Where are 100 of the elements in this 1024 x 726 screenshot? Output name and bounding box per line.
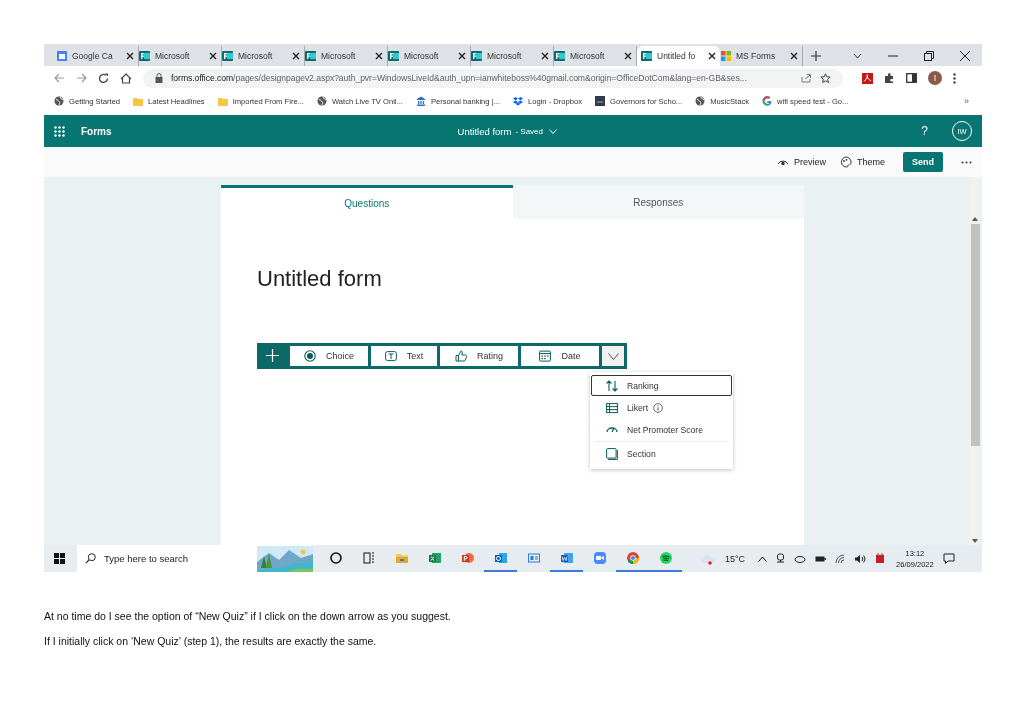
pdf-icon[interactable] [862,72,873,84]
more-icon[interactable] [961,160,972,164]
star-icon[interactable] [820,72,831,84]
battery-icon[interactable] [815,554,827,563]
puzzle-icon[interactable] [884,72,895,84]
question-type-button[interactable]: Text [371,346,437,366]
side-panel-icon[interactable] [906,73,917,83]
search-icon [85,553,96,564]
close-icon[interactable] [375,52,383,60]
bank-icon [415,96,426,106]
paragraph: If I initially click on ‘New Quiz’ (step 1), the results are exactly the same. [44,635,378,647]
music-app-icon[interactable] [658,550,673,565]
cloud-icon[interactable] [794,554,807,563]
scroll-up-icon [972,217,978,221]
palette-icon [840,156,852,168]
forms-icon [471,50,483,62]
question-type-button[interactable]: Choice [290,346,368,366]
circle-icon[interactable] [328,550,343,565]
app-launcher-icon[interactable] [54,125,65,137]
menu-item[interactable]: Ranking [591,375,732,396]
scrollbar[interactable] [970,177,980,545]
chevron-down-icon [607,352,619,360]
info-icon[interactable] [653,402,663,413]
sort-arrows-icon [606,379,618,392]
close-icon[interactable] [209,52,217,60]
windows-logo-icon [720,50,732,62]
windows-start-icon[interactable] [54,553,65,564]
radio-icon [304,350,316,362]
task-view-icon[interactable] [361,550,376,565]
close-icon[interactable] [126,52,134,60]
close-icon[interactable] [960,51,970,61]
forward-icon[interactable] [76,73,87,83]
reload-icon[interactable] [98,72,109,84]
new-tab-icon[interactable] [811,51,821,61]
video-app-icon[interactable] [592,550,607,565]
tray-device-icon[interactable] [776,553,786,564]
restore-icon[interactable] [924,51,934,61]
calendar-icon [539,350,552,362]
more-bookmarks-button[interactable]: » [964,96,969,106]
forms-icon [641,50,653,62]
menu-item[interactable]: Likert [591,397,732,418]
share-icon[interactable] [801,73,812,83]
section-icon [606,447,618,460]
paragraph: At no time do I see the option of “New Quiz” if I click on the down arrow as you suggest. [44,610,452,622]
help-button[interactable]: ? [921,124,928,138]
calendar-icon [56,50,68,62]
volume-icon[interactable] [854,553,867,564]
close-icon[interactable] [624,52,632,60]
chevron-up-icon[interactable] [758,555,768,562]
close-icon[interactable] [708,52,716,60]
theme-button[interactable]: Theme [836,154,889,170]
close-icon[interactable] [541,52,549,60]
forms-icon [554,50,566,62]
table-icon [606,401,618,414]
menu-item[interactable]: Net Promoter Score [591,419,732,440]
preview-button[interactable]: Preview [772,155,830,169]
cloudy-icon [700,552,716,565]
mail-app-icon[interactable] [493,550,508,565]
document-app-icon[interactable] [559,550,574,565]
dropbox-icon [512,96,523,106]
home-icon[interactable] [120,72,132,84]
forms-icon [388,50,400,62]
window-app-icon[interactable] [526,550,541,565]
question-type-button[interactable]: Rating [440,346,518,366]
status-app-icon[interactable] [875,553,886,564]
back-icon[interactable] [54,73,65,83]
globe-icon [54,96,64,106]
wifi-icon[interactable] [835,553,846,564]
weather-temperature[interactable]: 15°C [725,553,746,564]
browser-tab[interactable]: Untitled fo [637,46,720,66]
editor-tab[interactable]: Responses [512,185,804,219]
more-icon[interactable] [953,72,956,84]
address-field[interactable]: forms.office.com/pages/designpagev2.aspx?auth_pvr=WindowsLiveId&auth_upn=ianwhiteboss%40gmail.com&origin=OfficeDotCom&lang=en-GB&ses... [143,68,843,88]
form-title-dropdown[interactable]: Untitled form - Saved [457,125,557,137]
notifications-icon[interactable] [942,552,955,565]
close-icon[interactable] [292,52,300,60]
chevron-down-icon [549,128,557,134]
dark-square-icon [595,96,605,106]
question-type-button[interactable]: Date [521,346,599,366]
browser-app-icon[interactable] [625,550,640,565]
scroll-thumb[interactable] [970,224,980,446]
forms-icon [139,50,151,62]
close-icon[interactable] [790,52,798,60]
forms-icon [222,50,234,62]
menu-item[interactable]: Section [591,443,732,464]
avatar-icon[interactable] [928,71,942,85]
chevron-down-icon[interactable] [853,53,862,59]
presentation-icon[interactable] [460,550,475,565]
editor-tab[interactable]: Questions [221,185,513,219]
send-button[interactable]: Send [903,152,943,172]
globe-icon [316,96,327,106]
g-logo-icon [762,96,772,106]
spreadsheet-icon[interactable] [427,550,442,565]
add-icon[interactable] [266,349,279,362]
close-icon[interactable] [458,52,466,60]
eye-icon [776,158,789,166]
thumbs-up-icon [455,350,467,362]
search-field[interactable]: Type here to search [77,545,313,572]
forms-icon [305,50,317,62]
folder-icon [133,96,144,106]
